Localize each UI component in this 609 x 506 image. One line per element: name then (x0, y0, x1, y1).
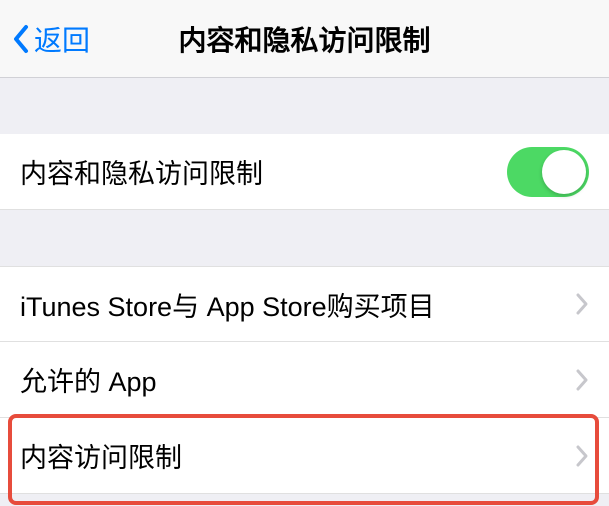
menu-item-itunes-appstore[interactable]: iTunes Store与 App Store购买项目 (0, 266, 609, 342)
navigation-header: 返回 内容和隐私访问限制 (0, 0, 609, 78)
menu-group: iTunes Store与 App Store购买项目 允许的 App 内容访问… (0, 266, 609, 494)
section-spacer (0, 210, 609, 266)
back-button[interactable]: 返回 (0, 19, 90, 59)
chevron-right-icon (575, 444, 589, 468)
menu-item-label: 内容访问限制 (20, 436, 182, 475)
menu-item-label: 允许的 App (20, 360, 157, 399)
chevron-right-icon (575, 368, 589, 392)
toggle-label: 内容和隐私访问限制 (20, 152, 263, 191)
menu-item-label: iTunes Store与 App Store购买项目 (20, 285, 435, 324)
toggle-switch[interactable] (507, 147, 589, 197)
menu-item-content-restrictions[interactable]: 内容访问限制 (0, 418, 609, 494)
chevron-right-icon (575, 292, 589, 316)
menu-item-allowed-apps[interactable]: 允许的 App (0, 342, 609, 418)
toggle-knob (542, 150, 586, 194)
chevron-left-icon (12, 24, 30, 54)
toggle-cell-content-privacy: 内容和隐私访问限制 (0, 134, 609, 210)
back-label: 返回 (34, 19, 90, 59)
page-title: 内容和隐私访问限制 (178, 19, 430, 59)
section-spacer (0, 78, 609, 134)
